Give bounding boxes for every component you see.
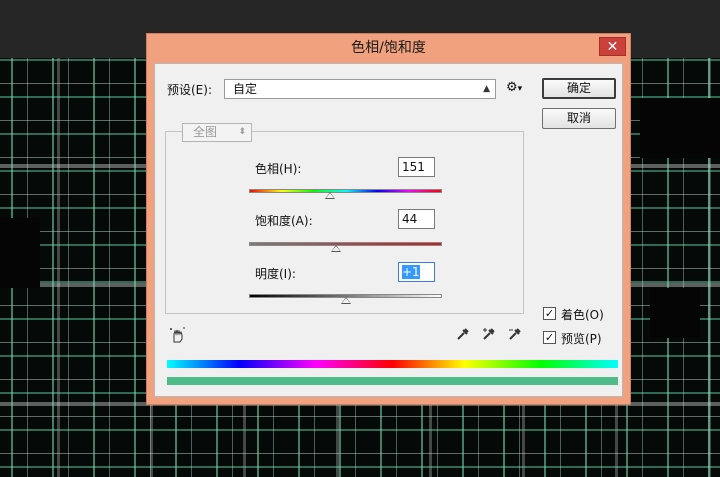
chevron-down-icon: ▾ — [517, 84, 523, 94]
chevron-updown-icon: ▲ — [483, 84, 490, 94]
eyedropper-icon[interactable] — [456, 327, 470, 341]
canvas-dark-block — [640, 98, 720, 158]
saturation-input[interactable]: 44 — [398, 209, 435, 229]
hand-adjust-icon[interactable] — [169, 326, 187, 344]
canvas-dark-block — [0, 218, 40, 288]
channel-value: 全图 — [193, 125, 218, 139]
preset-select[interactable]: 自定 ▲ — [224, 79, 496, 99]
preview-checkbox[interactable]: ✓ — [543, 331, 556, 344]
lightness-label: 明度(I): — [255, 267, 296, 281]
channel-select[interactable]: 全图 ⬍ — [182, 123, 252, 142]
saturation-label: 饱和度(A): — [255, 214, 313, 228]
dialog-title: 色相/饱和度 — [351, 40, 426, 56]
hue-label: 色相(H): — [255, 162, 302, 176]
colorize-label: 着色(O) — [561, 308, 604, 322]
lightness-slider-thumb[interactable] — [341, 297, 352, 304]
result-color-bar — [167, 377, 618, 385]
canvas-dark-block — [650, 288, 700, 338]
preset-label: 预设(E): — [167, 83, 212, 97]
close-button[interactable]: ✕ — [599, 37, 626, 56]
lightness-input[interactable]: +1 — [398, 262, 435, 282]
hue-saturation-dialog: 色相/饱和度 ✕ 预设(E): 自定 ▲ ⚙▾ 确定 取消 全图 ⬍ 色相(H)… — [146, 33, 631, 405]
hue-slider-thumb[interactable] — [325, 192, 336, 199]
cancel-button[interactable]: 取消 — [542, 108, 616, 129]
colorize-checkbox[interactable]: ✓ — [543, 307, 556, 320]
chevron-updown-icon: ⬍ — [238, 127, 246, 137]
saturation-slider-track[interactable] — [249, 242, 442, 246]
adjustment-group — [165, 131, 524, 314]
eyedropper-add-icon[interactable] — [482, 327, 496, 341]
dialog-body: 预设(E): 自定 ▲ ⚙▾ 确定 取消 全图 ⬍ 色相(H): 151 饱和度… — [154, 63, 623, 397]
hue-input[interactable]: 151 — [398, 157, 435, 177]
gear-icon: ⚙ — [506, 80, 518, 95]
hue-slider-track[interactable] — [249, 189, 442, 193]
preset-options-button[interactable]: ⚙▾ — [506, 80, 522, 95]
eyedropper-subtract-icon[interactable] — [508, 327, 522, 341]
source-spectrum-bar — [167, 360, 618, 368]
ok-button[interactable]: 确定 — [542, 78, 616, 99]
preset-value: 自定 — [233, 82, 258, 96]
saturation-slider-thumb[interactable] — [330, 245, 341, 252]
preview-label: 预览(P) — [561, 332, 602, 346]
lightness-value: +1 — [402, 265, 420, 279]
